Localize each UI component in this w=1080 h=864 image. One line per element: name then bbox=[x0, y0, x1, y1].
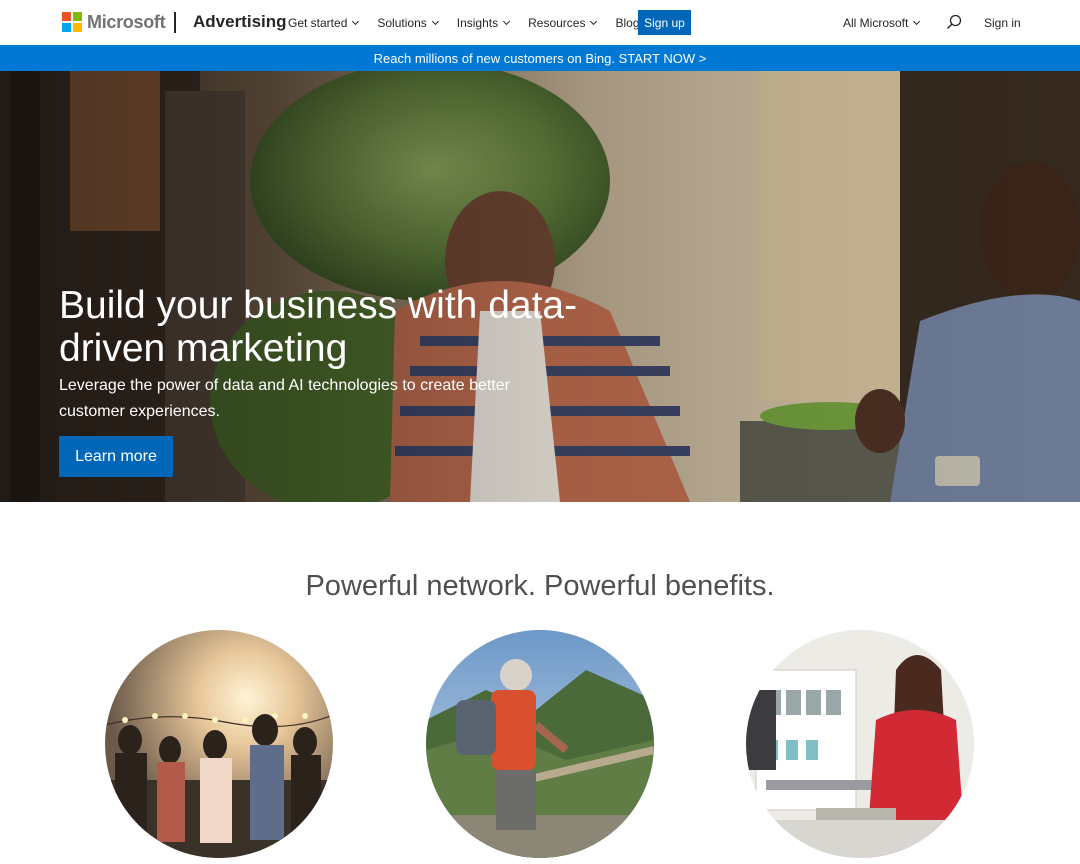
nav-resources[interactable]: Resources bbox=[528, 15, 598, 30]
nav-solutions-label: Solutions bbox=[377, 15, 427, 30]
hero-section: Build your business with data-driven mar… bbox=[0, 71, 1080, 502]
nav-solutions[interactable]: Solutions bbox=[377, 15, 439, 30]
learn-more-button[interactable]: Learn more bbox=[59, 436, 173, 477]
benefit-image-office bbox=[746, 630, 974, 858]
all-microsoft-menu[interactable]: All Microsoft bbox=[843, 0, 921, 45]
nav-blog[interactable]: Blog bbox=[615, 16, 639, 30]
signin-link[interactable]: Sign in bbox=[984, 0, 1021, 45]
search-icon[interactable] bbox=[946, 14, 962, 30]
main-nav: Get started Solutions Insights Resources… bbox=[288, 0, 659, 45]
promo-banner[interactable]: Reach millions of new customers on Bing.… bbox=[0, 45, 1080, 71]
nav-divider bbox=[174, 12, 176, 33]
nav-resources-label: Resources bbox=[528, 15, 586, 30]
chevron-down-icon bbox=[503, 17, 511, 25]
benefit-image-hiker bbox=[426, 630, 654, 858]
chevron-down-icon bbox=[913, 17, 921, 25]
microsoft-logo-icon bbox=[62, 12, 82, 32]
chevron-down-icon bbox=[431, 17, 439, 25]
microsoft-logo-text: Microsoft bbox=[87, 11, 166, 32]
all-microsoft-label: All Microsoft bbox=[843, 15, 909, 30]
nav-blog-label: Blog bbox=[615, 15, 640, 30]
chevron-down-icon bbox=[590, 17, 598, 25]
nav-get-started[interactable]: Get started bbox=[288, 15, 360, 30]
nav-insights-label: Insights bbox=[456, 15, 499, 30]
chevron-down-icon bbox=[352, 17, 360, 25]
hero-subtitle: Leverage the power of data and AI techno… bbox=[59, 377, 510, 420]
benefit-image-people bbox=[105, 630, 333, 858]
microsoft-logo[interactable]: Microsoft bbox=[62, 11, 166, 32]
signup-button[interactable]: Sign up bbox=[638, 10, 691, 35]
nav-insights[interactable]: Insights bbox=[456, 15, 511, 30]
benefits-heading: Powerful network. Powerful benefits. bbox=[305, 570, 775, 602]
brand-advertising[interactable]: Advertising bbox=[193, 12, 287, 32]
nav-get-started-label: Get started bbox=[288, 15, 348, 30]
hero-title: Build your business with data-driven mar… bbox=[59, 284, 578, 370]
top-navigation: Microsoft Advertising Get started Soluti… bbox=[0, 0, 1080, 45]
